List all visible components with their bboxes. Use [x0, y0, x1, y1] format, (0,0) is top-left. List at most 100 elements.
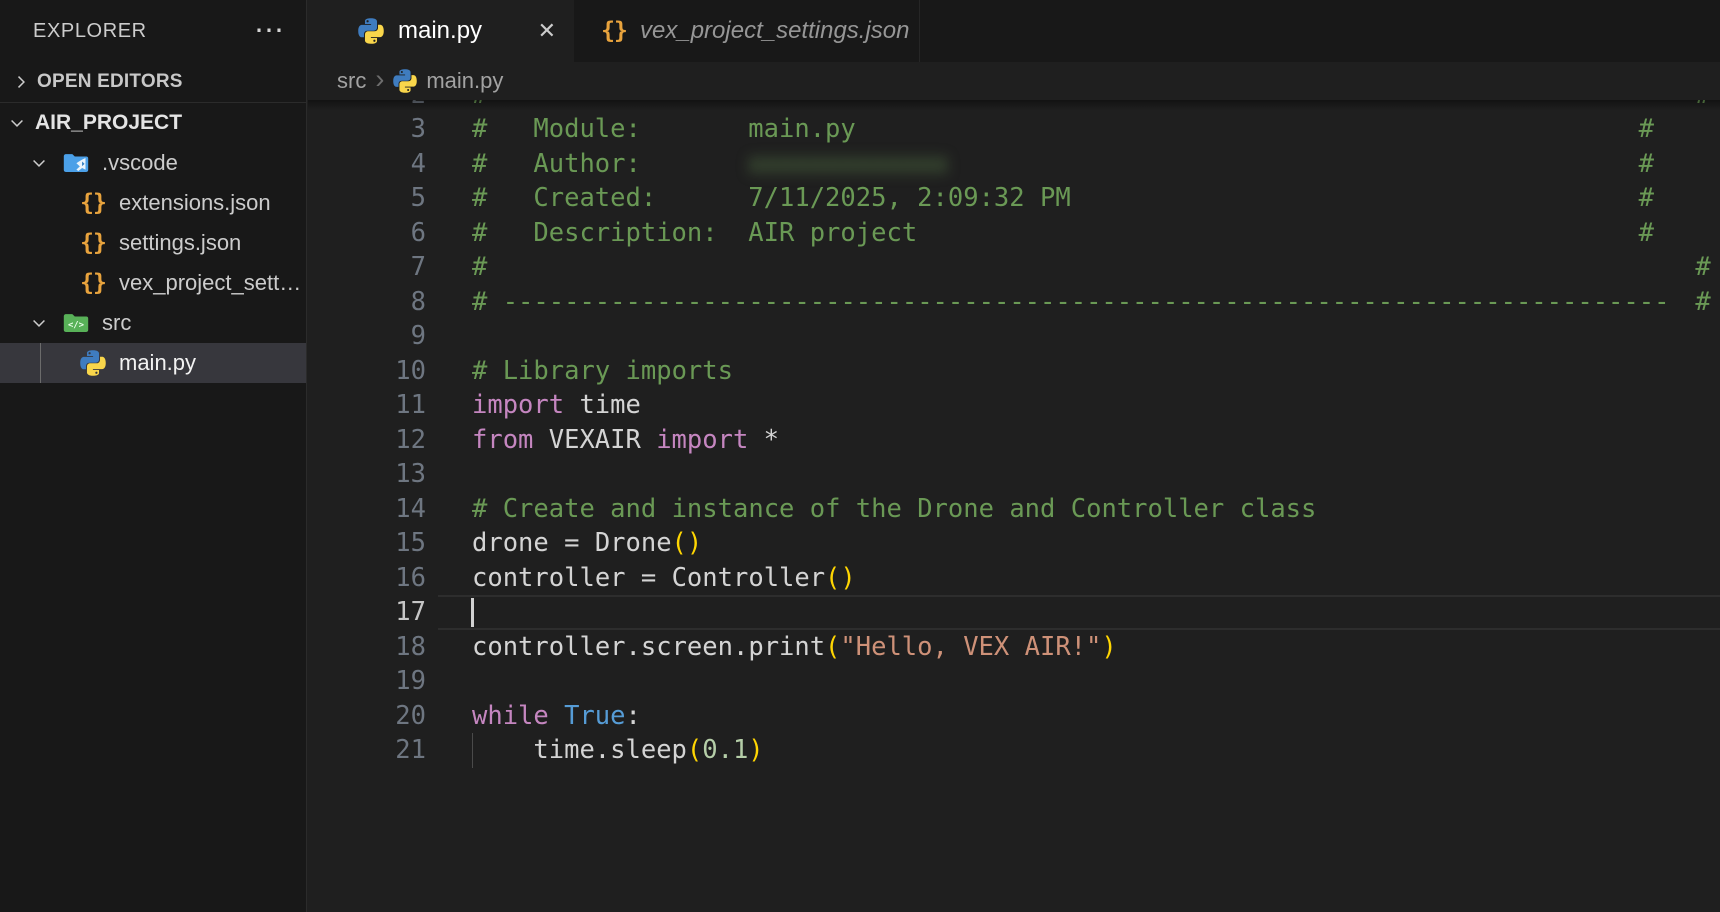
chevron-down-icon [6, 112, 28, 134]
code-content: 2##3#Module:main.py#4#Author:xxxxxxxxxxx… [308, 100, 1720, 878]
code-token: # Library imports [472, 354, 733, 389]
code-token: # [472, 112, 487, 147]
code-token: # [472, 285, 487, 320]
code-token: * [764, 423, 779, 458]
code-token: # [1639, 147, 1654, 182]
line-number: 2 [308, 100, 426, 112]
code-token: () [825, 561, 856, 596]
code-token: # [1695, 250, 1710, 285]
code-token: while [472, 699, 549, 734]
line-number: 12 [308, 423, 426, 458]
tree-item-main-py[interactable]: main.py [0, 343, 306, 383]
code-line-9[interactable]: 9 [308, 319, 1720, 354]
open-editors-label: OPEN EDITORS [37, 71, 183, 93]
close-icon[interactable]: ✕ [538, 18, 556, 44]
tree-item-label: settings.json [119, 230, 241, 256]
code-token: VEXAIR [549, 423, 641, 458]
code-line-10[interactable]: 10 # Library imports [308, 354, 1720, 389]
python-icon [393, 69, 417, 93]
code-line-20[interactable]: 20whileTrue: [308, 699, 1720, 734]
code-token: ( [687, 733, 702, 768]
code-line-12[interactable]: 12 from VEXAIR import * [308, 423, 1720, 458]
code-line-11[interactable]: 11importtime [308, 388, 1720, 423]
sidebar-header: EXPLORER ⋯ [0, 0, 306, 62]
code-token: time.sleep [533, 733, 687, 768]
python-icon [358, 18, 384, 44]
code-line-13[interactable]: 13 [308, 457, 1720, 492]
more-actions-icon[interactable]: ⋯ [254, 24, 284, 38]
tree-item-label: extensions.json [119, 190, 271, 216]
code-token: ( [825, 630, 840, 665]
python-icon [80, 350, 106, 376]
code-token: # [1695, 100, 1710, 112]
line-number: 7 [308, 250, 426, 285]
breadcrumb-item-src[interactable]: src [337, 68, 366, 94]
tab-label: main.py [398, 17, 482, 45]
code-token: ) [1101, 630, 1116, 665]
code-line-7[interactable]: 7## [308, 250, 1720, 285]
code-line-14[interactable]: 14# Create and instance of the Drone and… [308, 492, 1720, 527]
tree-item-extensions-json[interactable]: {}extensions.json [0, 183, 306, 223]
code-editor[interactable]: 2##3#Module:main.py#4#Author:xxxxxxxxxxx… [308, 100, 1720, 912]
file-tree: .vscode{}extensions.json{}settings.json{… [0, 143, 306, 383]
code-token: ) [748, 733, 763, 768]
line-number: 18 [308, 630, 426, 665]
code-line-15[interactable]: 15drone = Drone() [308, 526, 1720, 561]
json-icon: {} [601, 18, 627, 44]
code-line-18[interactable]: 18 controller.screen.print("Hello, VEX AI… [308, 630, 1720, 665]
breadcrumb: src›main.py [308, 62, 1720, 100]
chevron-right-icon [10, 71, 32, 93]
code-token: Created: [533, 181, 656, 216]
svg-text:</>: </> [68, 320, 84, 330]
line-number: 10 [308, 354, 426, 389]
code-line-3[interactable]: 3#Module:main.py# [308, 112, 1720, 147]
code-token: drone = Drone [472, 526, 672, 561]
code-token: 0.1 [702, 733, 748, 768]
code-token: import [656, 423, 748, 458]
folder-vscode-icon [63, 150, 89, 176]
folder-src-icon: </> [63, 310, 89, 336]
code-token: controller.screen.print [472, 630, 825, 665]
tree-item-vex-project-settings-json[interactable]: {}vex_project_settings.json [0, 263, 306, 303]
code-token: "Hello, VEX AIR!" [840, 630, 1101, 665]
line-number: 11 [308, 388, 426, 423]
code-token: from [472, 423, 533, 458]
code-token: # [1639, 181, 1654, 216]
open-editors-section[interactable]: OPEN EDITORS [0, 62, 306, 103]
code-line-19[interactable]: 19 [308, 664, 1720, 699]
code-line-2[interactable]: 2## [308, 100, 1720, 112]
tree-item-vscode[interactable]: .vscode [0, 143, 306, 183]
tree-item-label: main.py [119, 350, 196, 376]
code-token: # Create and instance of the Drone and C… [472, 492, 1316, 527]
tree-item-label: src [102, 310, 131, 336]
code-line-5[interactable]: 5#Created:7/11/2025, 2:09:32 PM# [308, 181, 1720, 216]
line-number: 16 [308, 561, 426, 596]
code-line-16[interactable]: 16controller = Controller() [308, 561, 1720, 596]
code-line-8[interactable]: 8#--------------------------------------… [308, 285, 1720, 320]
code-token: Module: [533, 112, 640, 147]
code-token: True [564, 699, 625, 734]
tab-main-py[interactable]: main.py ✕ [308, 0, 574, 62]
tab-label: vex_project_settings.json [640, 17, 909, 45]
line-number: 6 [308, 216, 426, 251]
line-number: 15 [308, 526, 426, 561]
line-number: 20 [308, 699, 426, 734]
project-root-row[interactable]: AIR_PROJECT [0, 103, 306, 143]
code-line-17[interactable]: 17 [308, 595, 1720, 630]
indent-guide [472, 733, 473, 768]
chevron-down-icon [28, 152, 50, 174]
editor-group: main.py ✕ {} vex_project_settings.json src›… [308, 0, 1720, 912]
line-number: 19 [308, 664, 426, 699]
project-root-label: AIR_PROJECT [35, 111, 182, 135]
tab-vex-project-settings-json[interactable]: {} vex_project_settings.json [574, 0, 920, 62]
code-token: Author: [533, 147, 640, 182]
tree-item-src[interactable]: </> src [0, 303, 306, 343]
line-number: 4 [308, 147, 426, 182]
tree-item-settings-json[interactable]: {}settings.json [0, 223, 306, 263]
code-line-6[interactable]: 6#Description:AIR project# [308, 216, 1720, 251]
code-line-4[interactable]: 4#Author:xxxxxxxxxxxxx# [308, 147, 1720, 182]
breadcrumb-item-main-py[interactable]: main.py [426, 68, 503, 94]
tree-item-label: vex_project_settings.json [119, 270, 306, 296]
code-line-21[interactable]: 21time.sleep(0.1) [308, 733, 1720, 768]
code-token: time [579, 388, 640, 423]
